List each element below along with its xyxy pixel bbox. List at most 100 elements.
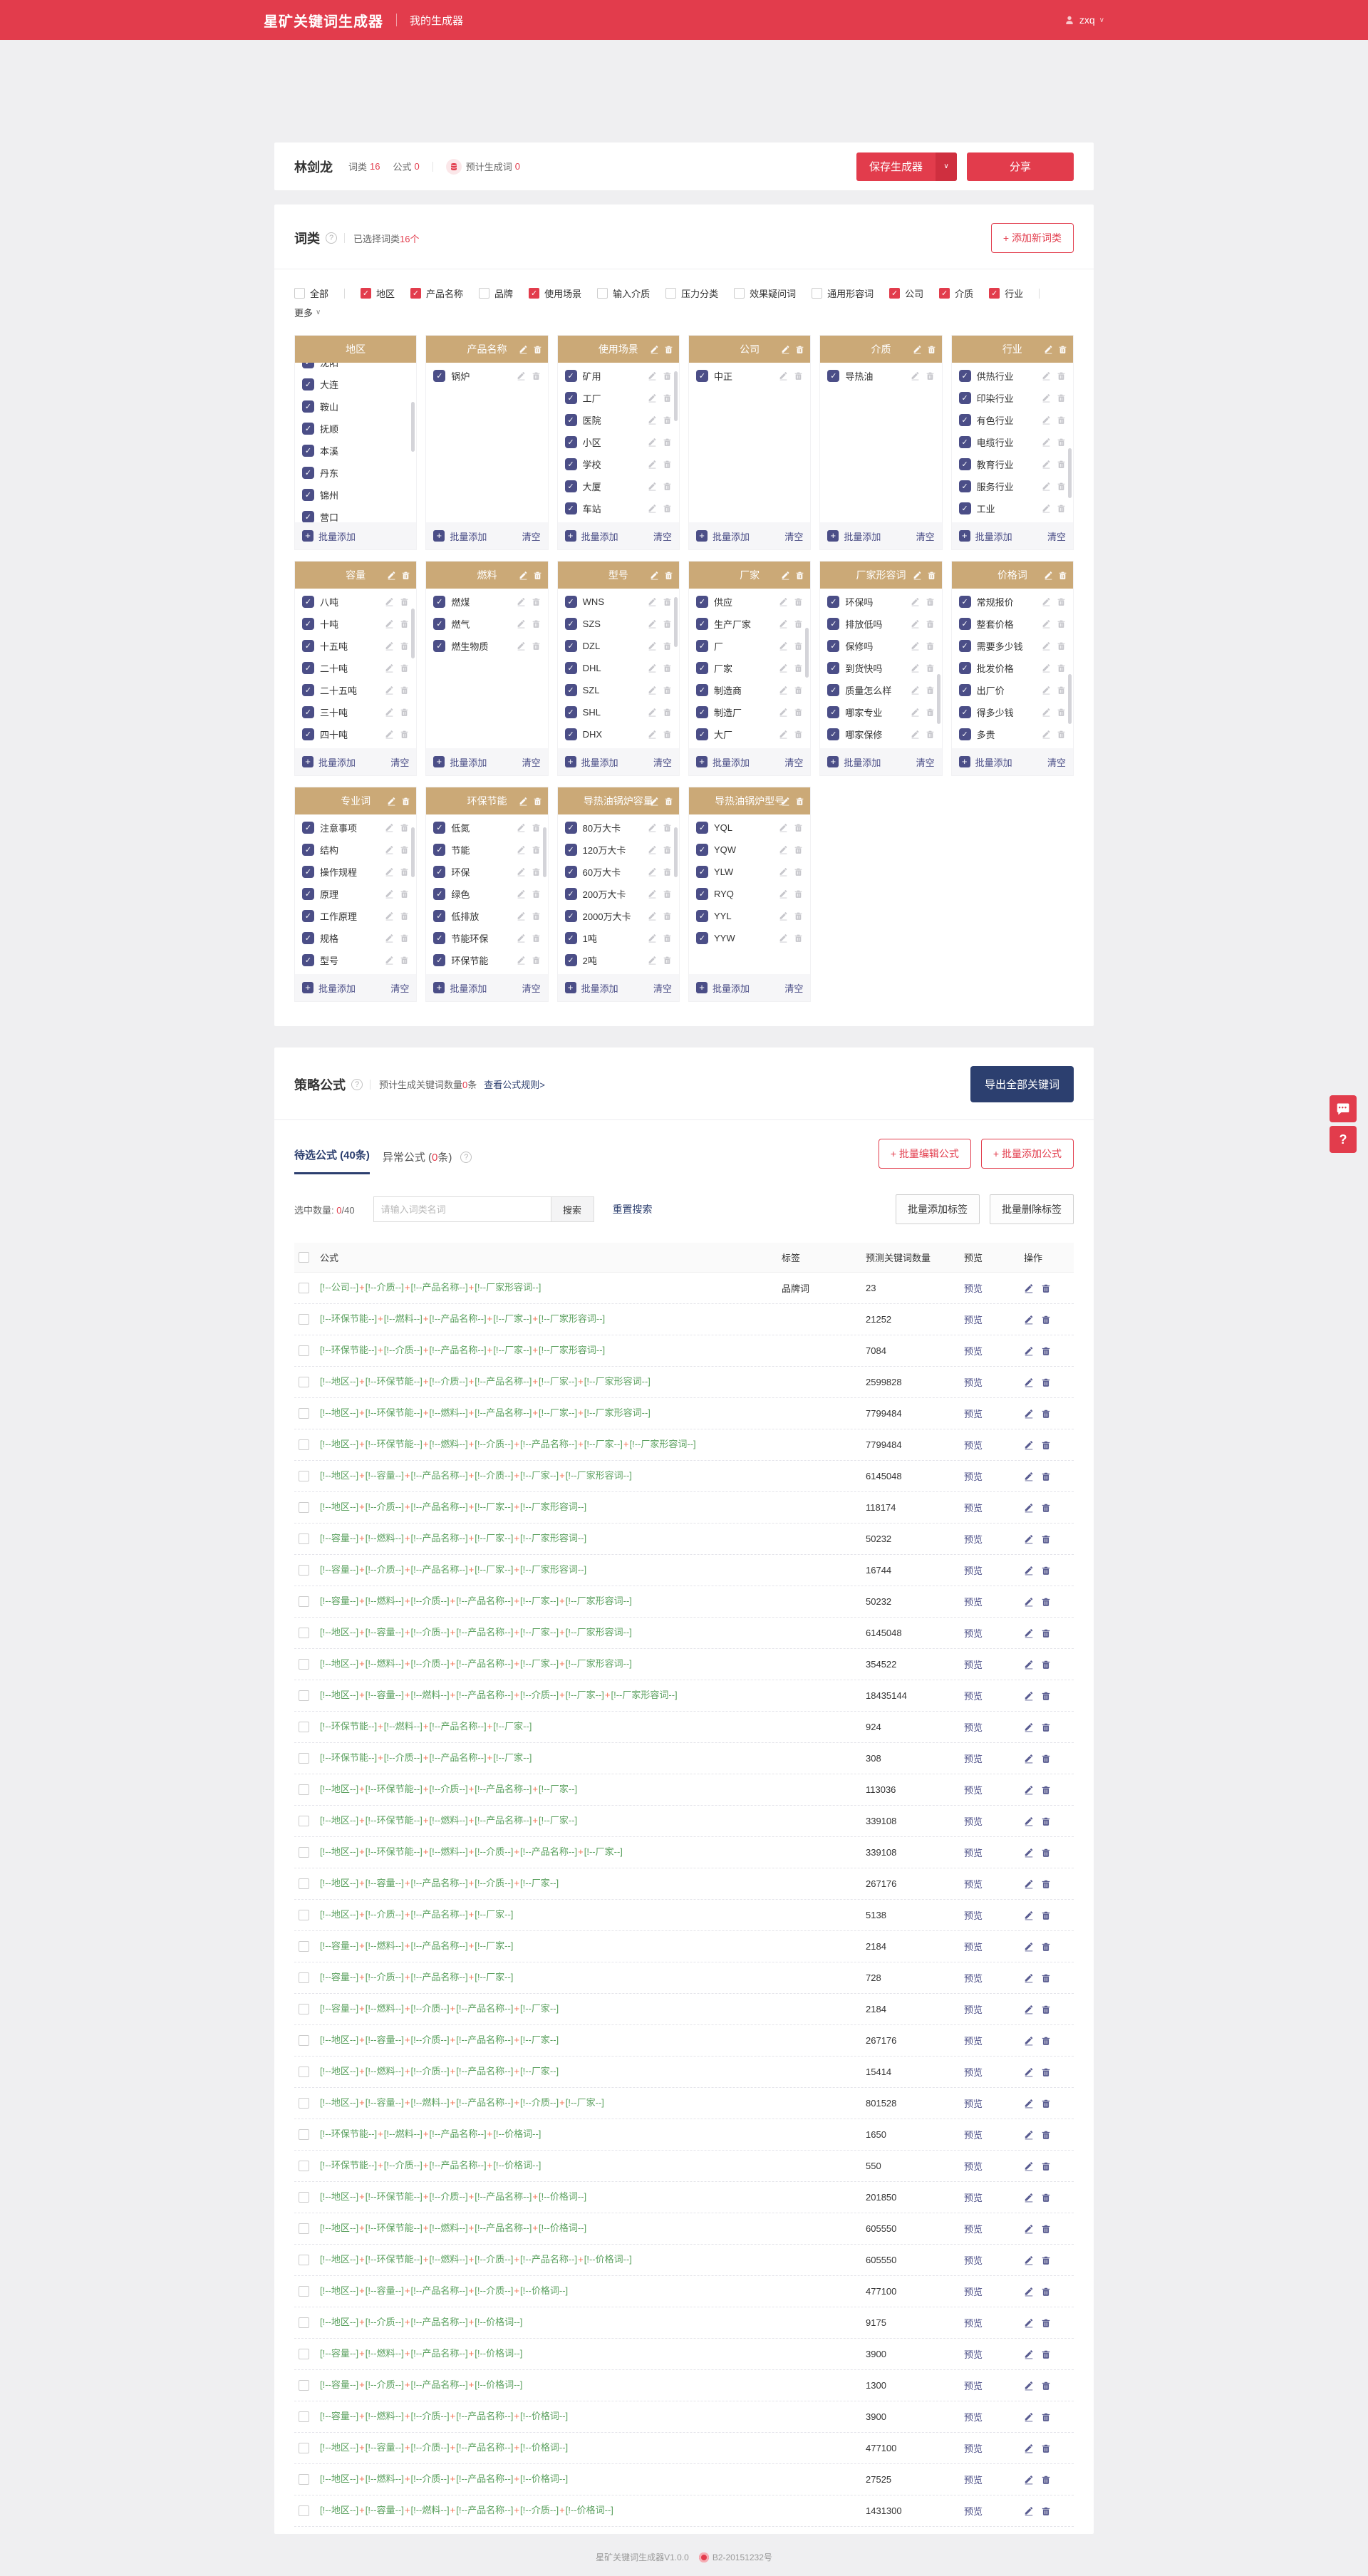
delete-icon[interactable] bbox=[1057, 597, 1066, 606]
row-checkbox[interactable] bbox=[299, 1628, 309, 1638]
preview-link[interactable]: 预览 bbox=[964, 2316, 1024, 2329]
filter-checkbox[interactable]: ✓ bbox=[410, 288, 422, 299]
preview-link[interactable]: 预览 bbox=[964, 1720, 1024, 1734]
delete-icon[interactable] bbox=[1041, 2036, 1051, 2046]
word-item-checkbox[interactable]: ✓ bbox=[302, 489, 314, 501]
row-checkbox[interactable] bbox=[299, 1439, 309, 1450]
edit-icon[interactable] bbox=[517, 823, 526, 832]
clear-button[interactable]: 清空 bbox=[390, 981, 409, 995]
edit-icon[interactable] bbox=[1024, 1942, 1034, 1952]
delete-icon[interactable] bbox=[1057, 641, 1066, 651]
batch-add-button[interactable]: + 批量添加 bbox=[827, 529, 881, 543]
edit-icon[interactable] bbox=[650, 345, 659, 354]
word-item-checkbox[interactable]: ✓ bbox=[564, 866, 577, 878]
word-item-checkbox[interactable]: ✓ bbox=[564, 888, 577, 900]
row-checkbox[interactable] bbox=[299, 1972, 309, 1983]
delete-icon[interactable] bbox=[663, 956, 672, 965]
batch-add-button[interactable]: + 批量添加 bbox=[302, 529, 356, 543]
preview-link[interactable]: 预览 bbox=[964, 1877, 1024, 1890]
delete-icon[interactable] bbox=[400, 597, 409, 606]
row-checkbox[interactable] bbox=[299, 2035, 309, 2046]
card-word-list[interactable]: ✓ 80万大卡 ✓ 120万大卡 ✓ 60万大卡 ✓ 200万大卡 ✓ 2000万大卡 ✓ 1吨 ✓ 2吨 bbox=[558, 814, 679, 974]
delete-icon[interactable] bbox=[1057, 371, 1066, 381]
row-checkbox[interactable] bbox=[299, 1533, 309, 1544]
delete-icon[interactable] bbox=[1041, 2224, 1051, 2234]
delete-icon[interactable] bbox=[663, 911, 672, 921]
delete-icon[interactable] bbox=[400, 619, 409, 629]
delete-icon[interactable] bbox=[1041, 1409, 1051, 1419]
delete-icon[interactable] bbox=[1058, 345, 1067, 354]
delete-icon[interactable] bbox=[532, 597, 541, 606]
delete-icon[interactable] bbox=[663, 730, 672, 739]
delete-icon[interactable] bbox=[400, 911, 409, 921]
preview-link[interactable]: 预览 bbox=[964, 2379, 1024, 2392]
preview-link[interactable]: 预览 bbox=[964, 1375, 1024, 1389]
edit-icon[interactable] bbox=[1024, 1910, 1034, 1920]
delete-icon[interactable] bbox=[663, 619, 672, 629]
edit-icon[interactable] bbox=[911, 708, 920, 717]
delete-icon[interactable] bbox=[664, 571, 673, 580]
delete-icon[interactable] bbox=[926, 597, 935, 606]
edit-icon[interactable] bbox=[1042, 415, 1051, 425]
clear-button[interactable]: 清空 bbox=[653, 755, 672, 769]
edit-icon[interactable] bbox=[648, 867, 657, 876]
edit-icon[interactable] bbox=[385, 641, 394, 651]
edit-icon[interactable] bbox=[779, 889, 788, 899]
delete-icon[interactable] bbox=[663, 663, 672, 673]
edit-icon[interactable] bbox=[1024, 1346, 1034, 1356]
scrollbar[interactable] bbox=[1067, 674, 1072, 724]
preview-link[interactable]: 预览 bbox=[964, 1407, 1024, 1420]
word-item-checkbox[interactable]: ✓ bbox=[302, 618, 314, 630]
edit-icon[interactable] bbox=[648, 482, 657, 491]
preview-link[interactable]: 预览 bbox=[964, 1313, 1024, 1326]
word-item-checkbox[interactable]: ✓ bbox=[958, 370, 971, 382]
edit-icon[interactable] bbox=[1042, 686, 1051, 695]
delete-icon[interactable] bbox=[663, 686, 672, 695]
delete-icon[interactable] bbox=[794, 730, 803, 739]
delete-icon[interactable] bbox=[663, 641, 672, 651]
word-item-checkbox[interactable]: ✓ bbox=[958, 684, 971, 696]
preview-link[interactable]: 预览 bbox=[964, 1752, 1024, 1765]
edit-icon[interactable] bbox=[911, 663, 920, 673]
delete-icon[interactable] bbox=[663, 482, 672, 491]
edit-icon[interactable] bbox=[779, 933, 788, 943]
row-checkbox[interactable] bbox=[299, 1753, 309, 1764]
word-item-checkbox[interactable]: ✓ bbox=[695, 822, 708, 834]
edit-icon[interactable] bbox=[913, 345, 922, 354]
delete-icon[interactable] bbox=[533, 571, 542, 580]
edit-icon[interactable] bbox=[911, 641, 920, 651]
delete-icon[interactable] bbox=[663, 597, 672, 606]
preview-link[interactable]: 预览 bbox=[964, 1846, 1024, 1859]
edit-icon[interactable] bbox=[648, 686, 657, 695]
edit-icon[interactable] bbox=[779, 911, 788, 921]
word-item-checkbox[interactable]: ✓ bbox=[302, 844, 314, 856]
delete-icon[interactable] bbox=[663, 845, 672, 854]
word-item-checkbox[interactable]: ✓ bbox=[695, 706, 708, 718]
word-item-checkbox[interactable]: ✓ bbox=[958, 480, 971, 492]
delete-icon[interactable] bbox=[532, 371, 541, 381]
card-word-list[interactable]: ✓ 八吨 ✓ 十吨 ✓ 十五吨 ✓ 二十吨 ✓ 二十五吨 ✓ 三十吨 ✓ 四十吨 bbox=[295, 589, 416, 748]
delete-icon[interactable] bbox=[1041, 1534, 1051, 1544]
word-item-checkbox[interactable]: ✓ bbox=[958, 596, 971, 608]
clear-button[interactable]: 清空 bbox=[916, 529, 935, 543]
edit-icon[interactable] bbox=[517, 956, 526, 965]
edit-icon[interactable] bbox=[1024, 1440, 1034, 1450]
delete-icon[interactable] bbox=[1041, 2255, 1051, 2265]
edit-icon[interactable] bbox=[385, 933, 394, 943]
tab-pending-formulas[interactable]: 待选公式 (40条) bbox=[294, 1147, 370, 1174]
clear-button[interactable]: 清空 bbox=[784, 755, 803, 769]
delete-icon[interactable] bbox=[663, 438, 672, 447]
delete-icon[interactable] bbox=[401, 571, 410, 580]
edit-icon[interactable] bbox=[1024, 1503, 1034, 1513]
word-item-checkbox[interactable]: ✓ bbox=[302, 888, 314, 900]
scrollbar[interactable] bbox=[936, 674, 940, 724]
card-word-list[interactable]: ✓ 导热油 bbox=[820, 363, 941, 522]
delete-icon[interactable] bbox=[1057, 730, 1066, 739]
card-word-list[interactable]: ✓ 注意事项 ✓ 结构 ✓ 操作规程 ✓ 原理 ✓ 工作原理 ✓ 规格 ✓ 型号 bbox=[295, 814, 416, 974]
card-word-list[interactable]: ✓ 供应 ✓ 生产厂家 ✓ 厂 ✓ 厂家 ✓ 制造商 ✓ 制造厂 ✓ 大厂 bbox=[689, 589, 810, 748]
filter-chip[interactable]: ✓ 介质 bbox=[939, 286, 973, 300]
edit-icon[interactable] bbox=[385, 708, 394, 717]
clear-button[interactable]: 清空 bbox=[916, 755, 935, 769]
card-word-list[interactable]: ✓ YQL ✓ YQW ✓ YLW ✓ RYQ ✓ YYL ✓ YYW bbox=[689, 814, 810, 974]
edit-icon[interactable] bbox=[779, 845, 788, 854]
